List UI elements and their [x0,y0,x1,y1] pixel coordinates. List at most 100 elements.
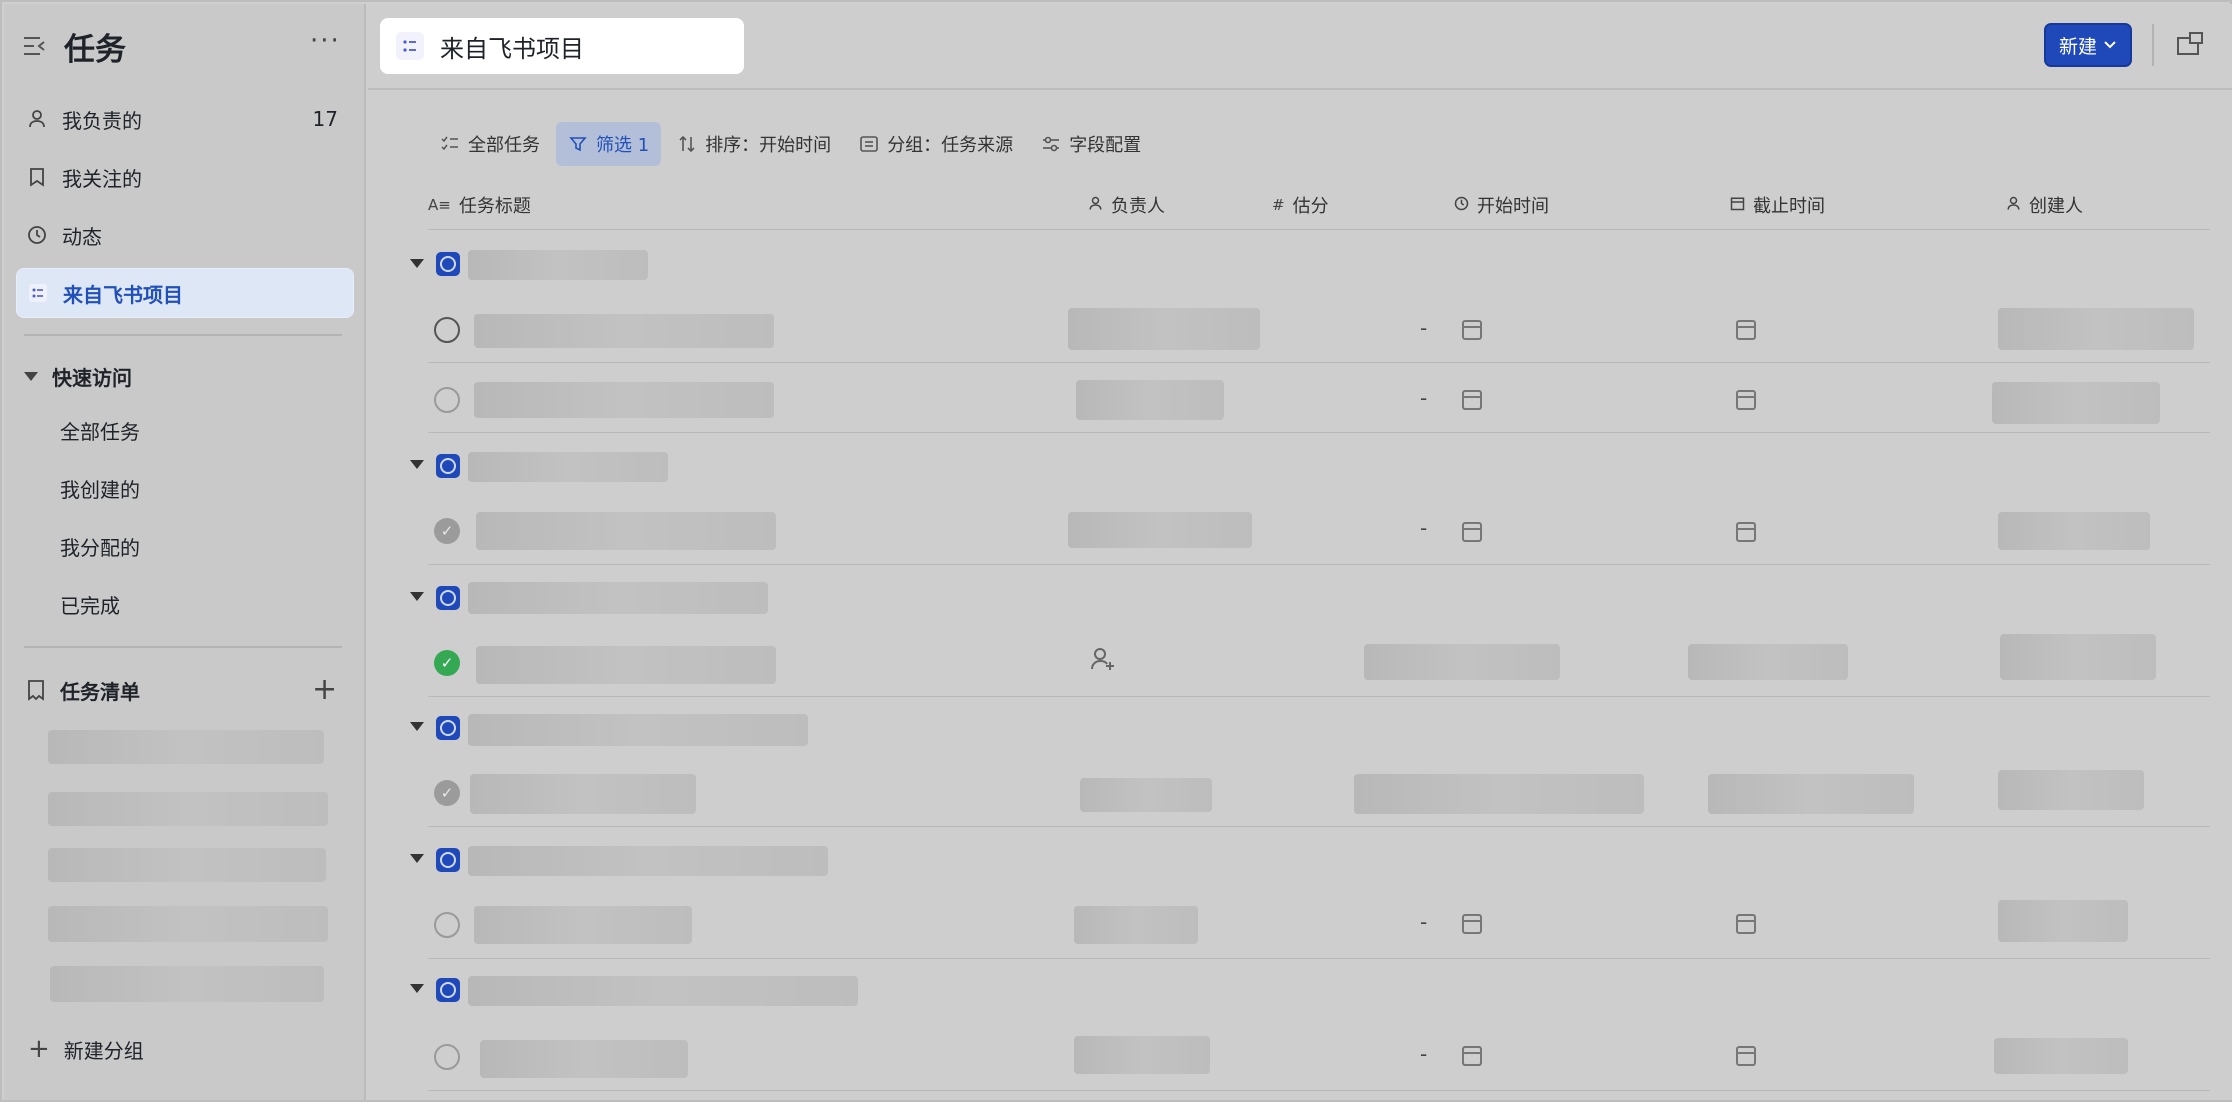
calendar-icon[interactable] [1736,522,1756,542]
collapse-group-caret-icon[interactable] [410,592,424,601]
assignee-cell[interactable] [1068,308,1260,350]
assignee-cell[interactable] [1068,512,1252,548]
filter-icon [568,134,588,154]
quick-access-all-tasks[interactable]: 全部任务 [60,410,140,450]
more-options-icon[interactable]: ··· [310,26,341,56]
task-list-item[interactable] [48,730,324,764]
assignee-cell[interactable] [1074,1036,1210,1074]
task-list-item[interactable] [48,906,328,942]
calendar-icon[interactable] [1736,1046,1756,1066]
filter-button[interactable]: 筛选 1 [556,122,662,166]
add-task-list-button[interactable]: + [312,672,337,707]
assignee-cell[interactable] [1074,906,1198,944]
task-complete-checkbox[interactable]: ✓ [434,650,460,676]
column-header-estimate[interactable]: # 估分 [1272,192,1329,218]
quick-access-completed[interactable]: 已完成 [60,584,120,624]
sidebar-item-feishu-project[interactable]: 来自飞书项目 [16,268,354,318]
open-window-icon[interactable] [2176,30,2206,58]
task-complete-checkbox[interactable] [434,317,460,343]
sidebar-item-my-responsible[interactable]: 我负责的 17 [16,94,354,144]
calendar-icon[interactable] [1462,320,1482,340]
plus-icon: + [28,1034,50,1064]
divider [24,646,342,648]
column-header-title[interactable]: A≡ 任务标题 [428,192,531,218]
creator-cell [1992,382,2160,424]
due-time-cell[interactable] [1688,644,1848,680]
sort-button[interactable]: 排序：开始时间 [665,122,843,166]
task-list-item[interactable] [48,848,326,882]
quick-access-header[interactable]: 快速访问 [24,356,132,396]
count-badge: 17 [312,107,338,131]
group-title [468,714,808,746]
task-lists-header[interactable]: 任务清单 [26,670,140,710]
sidebar: 任务 ··· 我负责的 17 我关注的 动态 来自飞书项目 快速访问 全部任务 … [4,4,366,1100]
task-title[interactable] [474,314,774,348]
task-title[interactable] [476,646,776,684]
start-time-cell[interactable] [1354,774,1644,814]
assignee-cell[interactable] [1076,380,1224,420]
task-complete-checkbox[interactable]: ✓ [434,518,460,544]
text-icon: A≡ [428,196,451,214]
task-source-icon [436,978,460,1002]
task-list-item[interactable] [50,966,324,1002]
task-title[interactable] [476,512,776,550]
collapse-group-caret-icon[interactable] [410,460,424,469]
collapse-group-caret-icon[interactable] [410,259,424,268]
sidebar-item-label: 我关注的 [62,166,142,191]
calendar-icon[interactable] [1736,390,1756,410]
column-label: 负责人 [1111,196,1165,217]
calendar-icon[interactable] [1462,1046,1482,1066]
column-header-creator[interactable]: 创建人 [2006,192,2083,218]
calendar-icon[interactable] [1462,522,1482,542]
hash-icon: # [1272,196,1285,214]
estimate-empty: - [1420,516,1428,540]
calendar-icon[interactable] [1462,914,1482,934]
task-title[interactable] [474,382,774,418]
column-header-due-time[interactable]: 截止时间 [1730,192,1825,218]
row-divider [428,826,2210,827]
task-list-item[interactable] [48,792,328,826]
field-config-button[interactable]: 字段配置 [1029,122,1153,166]
table-header: A≡ 任务标题 负责人 # 估分 开始时间 截止时间 创建人 [428,180,2210,230]
all-tasks-view[interactable]: 全部任务 [428,122,552,166]
history-icon [26,224,48,246]
task-title[interactable] [474,906,692,944]
new-group-button[interactable]: + 新建分组 [28,1034,144,1064]
column-header-assignee[interactable]: 负责人 [1088,192,1165,218]
creator-cell [1998,900,2128,942]
calendar-icon[interactable] [1736,914,1756,934]
collapse-group-caret-icon[interactable] [410,984,424,993]
sidebar-item-following[interactable]: 我关注的 [16,152,354,202]
creator-cell [1998,308,2194,350]
group-title [468,976,858,1006]
quick-access-created[interactable]: 我创建的 [60,468,140,508]
task-complete-checkbox[interactable] [434,387,460,413]
collapse-group-caret-icon[interactable] [410,854,424,863]
calendar-icon[interactable] [1736,320,1756,340]
add-assignee-icon[interactable] [1090,646,1116,678]
new-task-button[interactable]: 新建 [2044,23,2132,67]
creator-cell [1994,1038,2128,1074]
column-header-start-time[interactable]: 开始时间 [1454,192,1549,218]
estimate-empty: - [1420,1042,1428,1066]
task-source-icon [436,252,460,276]
assignee-cell[interactable] [1080,778,1212,812]
column-label: 开始时间 [1477,196,1549,217]
start-time-cell[interactable] [1364,644,1560,680]
group-button[interactable]: 分组：任务来源 [847,122,1025,166]
task-list-icon [26,679,46,701]
calendar-icon[interactable] [1462,390,1482,410]
checklist-icon [440,134,460,154]
due-time-cell[interactable] [1708,774,1914,814]
calendar-icon [1730,196,1745,215]
collapse-sidebar-icon[interactable] [22,34,48,58]
task-title[interactable] [480,1040,688,1078]
project-title-chip[interactable]: 来自飞书项目 [380,18,744,74]
task-title[interactable] [470,774,696,814]
collapse-group-caret-icon[interactable] [410,722,424,731]
quick-access-assigned[interactable]: 我分配的 [60,526,140,566]
task-complete-checkbox[interactable] [434,912,460,938]
task-complete-checkbox[interactable] [434,1044,460,1070]
sidebar-item-activity[interactable]: 动态 [16,210,354,260]
task-complete-checkbox[interactable]: ✓ [434,780,460,806]
